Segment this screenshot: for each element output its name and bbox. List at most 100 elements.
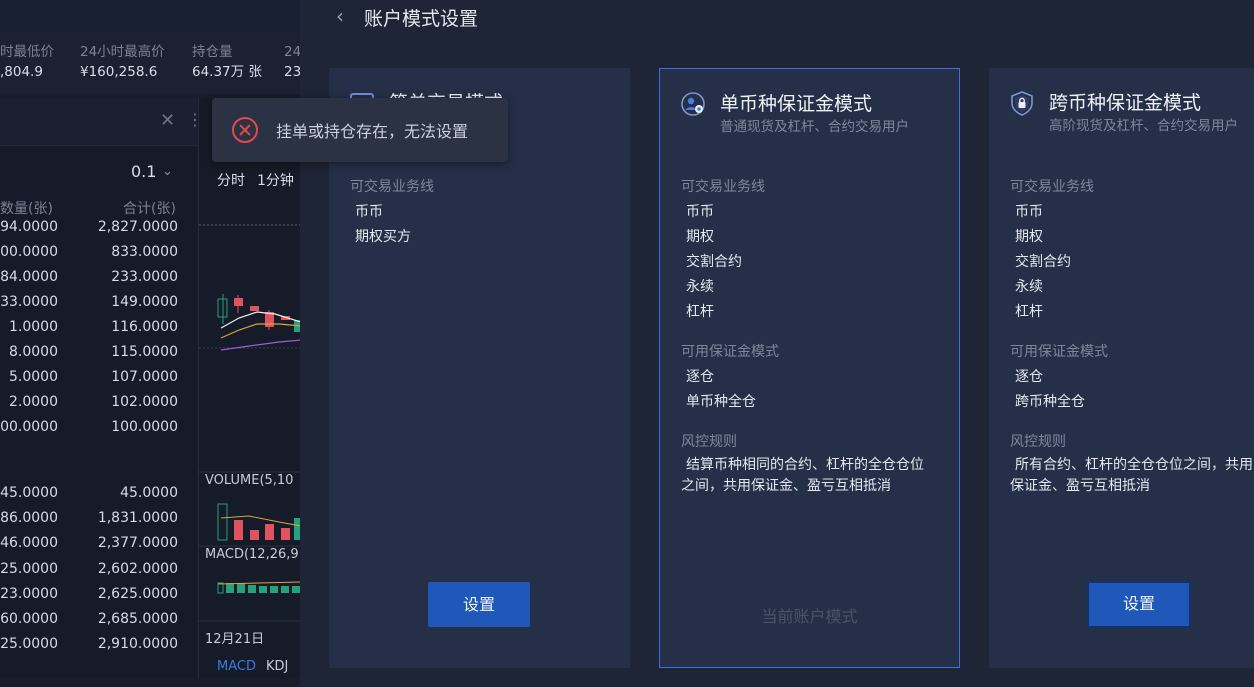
amount-cell: 23.0000 <box>0 585 58 602</box>
risk-rule-text: 结算币种相同的合约、杠杆的全仓仓位之间，共用保证金、盈亏互相抵消 <box>681 457 924 494</box>
business-lines-label: 可交易业务线 <box>681 179 765 195</box>
risk-rule-text: 所有合约、杠杆的全仓仓位之间，共用保证金、盈亏互相抵消 <box>1010 457 1253 494</box>
toast-message: 挂单或持仓存在，无法设置 <box>276 122 469 141</box>
amount-cell: 786.0000 <box>0 510 58 527</box>
business-line-item: 币币 <box>355 204 383 220</box>
close-icon[interactable]: ✕ <box>160 110 175 131</box>
mode-card-single-currency[interactable]: 单币种保证金模式 普通现货及杠杆、合约交易用户 可交易业务线 币币 期权 交割合… <box>659 68 960 668</box>
stat-low: 时最低价 ,804.9 <box>0 32 54 82</box>
total-cell: 2,910.0000 <box>97 636 178 653</box>
amount-cell: 84.0000 <box>0 269 58 285</box>
amount-cell: 5.0000 <box>9 369 58 385</box>
amount-cell: 60.0000 <box>0 611 58 627</box>
amount-cell: 225.0000 <box>0 636 58 653</box>
precision-select[interactable]: 0.1 <box>131 162 156 181</box>
candle-bars <box>217 294 300 332</box>
business-lines-label: 可交易业务线 <box>1010 179 1094 195</box>
amount-cell: 100.0000 <box>0 419 58 435</box>
total-cell: 116.0000 <box>111 319 178 335</box>
stat-value: 64.37万 张 <box>192 64 262 80</box>
stat-label: 持仓量 <box>192 44 233 60</box>
page-title: 账户模式设置 <box>364 8 479 30</box>
mode-card-cross-currency[interactable]: 跨币种保证金模式 高阶现货及杠杆、合约交易用户 可交易业务线 币币 期权 交割合… <box>989 68 1254 668</box>
margin-mode-item: 跨币种全仓 <box>1015 394 1085 410</box>
total-cell: 2,827.0000 <box>97 219 178 235</box>
margin-modes-label: 可用保证金模式 <box>681 344 779 360</box>
business-line-item: 期权买方 <box>355 229 411 245</box>
total-cell: 102.0000 <box>111 394 178 410</box>
single-currency-icon <box>681 92 705 116</box>
macd-indicator-label: MACD(12,26,9 <box>205 547 299 562</box>
chevron-left-icon[interactable]: ‹ <box>336 4 344 28</box>
shield-lock-icon <box>1011 91 1033 116</box>
amount-cell: 600.0000 <box>0 244 58 260</box>
business-line-item: 永续 <box>1015 279 1043 295</box>
volume-bars <box>217 503 300 541</box>
amount-cell: 45.0000 <box>0 485 58 501</box>
amount-cell: 994.0000 <box>0 219 58 235</box>
amount-cell: 546.0000 <box>0 535 58 552</box>
error-toast: 挂单或持仓存在，无法设置 <box>212 98 508 162</box>
total-cell: 2,625.0000 <box>97 585 178 602</box>
indicator-tab-kdj[interactable]: KDJ <box>266 659 288 674</box>
margin-mode-item: 单币种全仓 <box>686 394 756 410</box>
total-cell: 2,377.0000 <box>97 535 178 552</box>
date-axis-label: 12月21日 <box>205 632 265 647</box>
current-mode-label: 当前账户模式 <box>761 607 858 626</box>
indicator-tab-macd[interactable]: MACD <box>217 659 256 674</box>
risk-rules-label: 风控规则 <box>1010 434 1066 450</box>
card-title: 单币种保证金模式 <box>720 93 873 115</box>
set-simple-mode-button[interactable]: 设置 <box>428 582 530 627</box>
business-line-item: 期权 <box>686 229 714 245</box>
total-cell: 833.0000 <box>111 244 178 260</box>
amount-cell: 225.0000 <box>0 560 58 577</box>
margin-mode-item: 逐仓 <box>686 369 714 385</box>
total-cell: 233.0000 <box>111 269 178 285</box>
stat-value: 23 <box>284 64 300 80</box>
business-line-item: 杠杆 <box>1015 304 1043 320</box>
total-cell: 115.0000 <box>111 344 178 360</box>
amount-cell: 2.0000 <box>9 394 58 410</box>
card-subtitle: 普通现货及杠杆、合约交易用户 <box>720 119 909 135</box>
macd-bars <box>217 582 300 594</box>
stat-label: 24小时最高价 <box>80 44 165 60</box>
stat-high: 24小时最高价 ¥160,258.6 <box>80 32 165 82</box>
total-cell: 100.0000 <box>111 419 178 435</box>
amount-cell: 8.0000 <box>9 344 58 360</box>
set-cross-currency-mode-button[interactable]: 设置 <box>1087 581 1191 628</box>
order-book-header: ✕ ⋮ <box>0 98 203 146</box>
kline-chart[interactable]: 分时 1分钟 VOLUME(5,10 MACD(12,26,9 12月21日 M… <box>198 98 300 678</box>
risk-rules-label: 风控规则 <box>681 434 737 450</box>
volume-indicator-label: VOLUME(5,10 <box>205 473 294 488</box>
total-cell: 2,602.0000 <box>97 560 178 577</box>
error-circle-icon <box>232 117 258 143</box>
card-subtitle: 高阶现货及杠杆、合约交易用户 <box>1049 118 1238 134</box>
amount-cell: 1.0000 <box>9 319 58 335</box>
column-header-amount: 数量(张) <box>0 201 53 217</box>
amount-cell: 33.0000 <box>0 294 58 310</box>
top-bar <box>0 0 300 32</box>
total-cell: 1,831.0000 <box>97 510 178 527</box>
business-line-item: 币币 <box>1015 204 1043 220</box>
stat-label: 24 <box>284 44 300 60</box>
business-line-item: 期权 <box>1015 229 1043 245</box>
chevron-down-icon[interactable]: ⌄ <box>162 164 173 179</box>
margin-modes-label: 可用保证金模式 <box>1010 344 1108 360</box>
stat-open-interest: 持仓量 64.37万 张 <box>192 32 262 82</box>
business-line-item: 交割合约 <box>1015 254 1071 270</box>
stat-value: ,804.9 <box>0 64 43 80</box>
market-stats-bar: 时最低价 ,804.9 24小时最高价 ¥160,258.6 持仓量 64.37… <box>0 32 300 94</box>
column-header-total: 合计(张) <box>123 201 176 217</box>
business-lines-label: 可交易业务线 <box>350 179 434 195</box>
total-cell: 2,685.0000 <box>97 611 178 627</box>
stat-value: ¥160,258.6 <box>80 64 158 80</box>
total-cell: 45.0000 <box>120 485 178 501</box>
margin-mode-item: 逐仓 <box>1015 369 1043 385</box>
total-cell: 107.0000 <box>111 369 178 385</box>
card-title: 跨币种保证金模式 <box>1049 92 1202 114</box>
stat-24h: 24 23 <box>284 32 300 82</box>
stat-label: 时最低价 <box>0 44 54 60</box>
business-line-item: 永续 <box>686 279 714 295</box>
business-line-item: 杠杆 <box>686 304 714 320</box>
total-cell: 149.0000 <box>111 294 178 310</box>
